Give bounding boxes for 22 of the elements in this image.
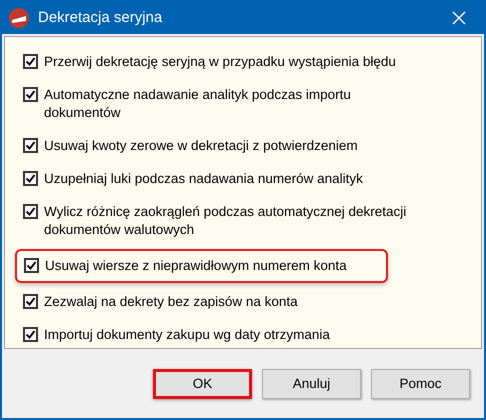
checkbox[interactable]: [23, 327, 38, 342]
dialog-button[interactable]: Anuluj: [262, 369, 361, 399]
checkbox-label: Uzupełniaj luki podczas nadawania numerów analityk: [44, 170, 364, 188]
checkbox[interactable]: [23, 138, 38, 153]
checkbox[interactable]: [23, 54, 38, 69]
checkbox-label: Importuj dokumenty zakupu wg daty otrzymania: [44, 326, 331, 344]
app-logo-icon: [8, 7, 30, 29]
close-icon[interactable]: [452, 11, 466, 25]
checkbox-label: Zezwalaj na dekrety bez zapisów na konta: [44, 293, 299, 311]
checkbox[interactable]: [23, 204, 38, 219]
checkbox-label: Wylicz różnicę zaokrągleń podczas automatycznej dekretacji dokumentów walutowych: [44, 203, 408, 239]
checkbox-label: Usuwaj wiersze z nieprawidłowym numerem konta: [45, 257, 348, 275]
checkbox-label: Przerwij dekretację seryjną w przypadku wystąpienia błędu: [44, 53, 397, 71]
checkbox-label: Usuwaj kwoty zerowe w dekretacji z potwierdzeniem: [44, 137, 359, 155]
checkbox[interactable]: [24, 258, 39, 273]
dialog-button[interactable]: Pomoc: [371, 369, 470, 399]
checkbox-label: Automatyczne nadawanie analityk podczas importu dokumentów: [44, 86, 352, 122]
checkbox[interactable]: [23, 171, 38, 186]
checkbox[interactable]: [23, 294, 38, 309]
window-title: Dekretacja seryjna: [38, 8, 162, 28]
checkbox[interactable]: [23, 87, 38, 102]
dialog-button[interactable]: OK: [153, 369, 252, 399]
